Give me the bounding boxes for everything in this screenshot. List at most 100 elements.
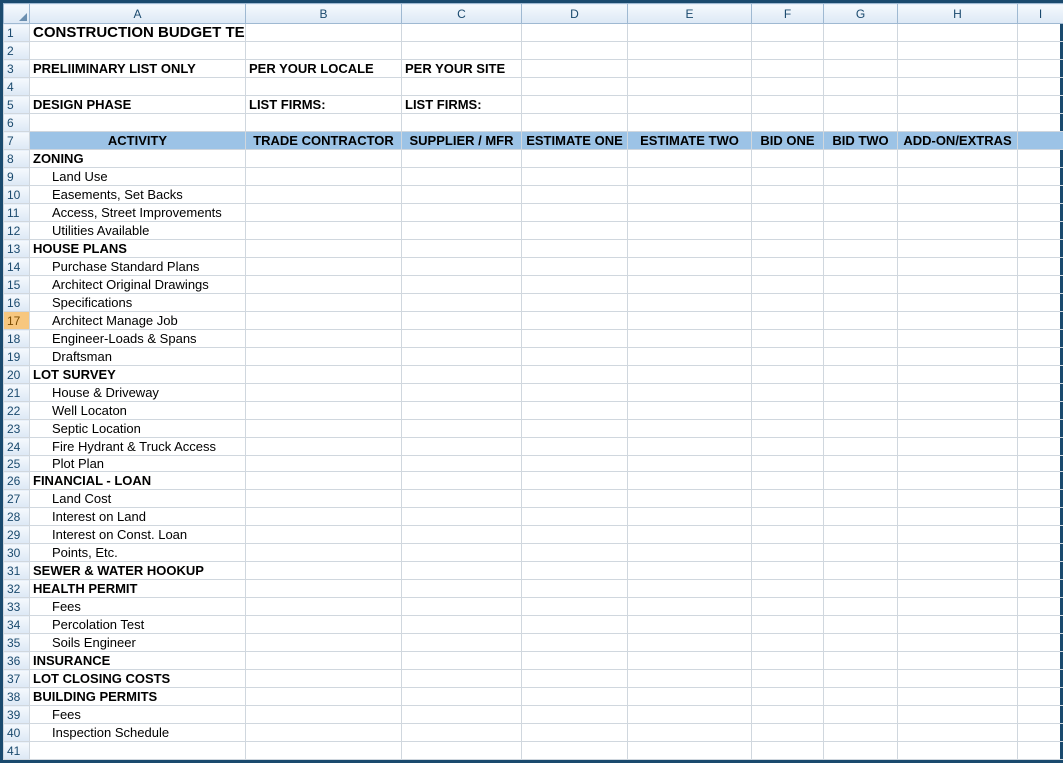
cell[interactable] — [824, 366, 898, 384]
row-header[interactable]: 30 — [4, 544, 30, 562]
cell[interactable] — [246, 526, 402, 544]
cell[interactable] — [824, 742, 898, 760]
cell[interactable] — [824, 222, 898, 240]
row-header[interactable]: 21 — [4, 384, 30, 402]
cell[interactable] — [628, 186, 752, 204]
cell[interactable] — [402, 688, 522, 706]
cell[interactable] — [1018, 634, 1063, 652]
cell[interactable] — [752, 384, 824, 402]
cell[interactable] — [752, 490, 824, 508]
cell[interactable] — [898, 348, 1018, 366]
cell[interactable] — [898, 742, 1018, 760]
cell[interactable] — [898, 258, 1018, 276]
cell[interactable] — [628, 472, 752, 490]
cell[interactable] — [246, 24, 402, 42]
cell[interactable] — [1018, 42, 1063, 60]
cell[interactable] — [752, 456, 824, 472]
cell[interactable] — [752, 402, 824, 420]
cell[interactable] — [246, 168, 402, 186]
cell[interactable] — [402, 114, 522, 132]
cell[interactable] — [752, 240, 824, 258]
cell[interactable] — [628, 42, 752, 60]
cell[interactable] — [898, 670, 1018, 688]
cell[interactable] — [628, 688, 752, 706]
cell[interactable] — [628, 706, 752, 724]
spreadsheet-grid[interactable]: A B C D E F G H I 1CONSTRUCTION BUDGET T… — [3, 3, 1063, 760]
row-header[interactable]: 8 — [4, 150, 30, 168]
cell[interactable] — [1018, 114, 1063, 132]
cell[interactable] — [628, 438, 752, 456]
cell[interactable] — [402, 78, 522, 96]
cell[interactable]: Soils Engineer — [30, 634, 246, 652]
cell[interactable] — [522, 706, 628, 724]
cell[interactable] — [824, 670, 898, 688]
cell[interactable] — [1018, 688, 1063, 706]
cell[interactable] — [628, 294, 752, 312]
row-header[interactable]: 39 — [4, 706, 30, 724]
cell[interactable]: ADD-ON/EXTRAS — [898, 132, 1018, 150]
cell[interactable] — [246, 580, 402, 598]
cell[interactable] — [246, 742, 402, 760]
cell[interactable] — [752, 348, 824, 366]
cell[interactable] — [824, 96, 898, 114]
cell[interactable] — [1018, 526, 1063, 544]
cell[interactable] — [246, 724, 402, 742]
cell[interactable] — [752, 634, 824, 652]
row-header[interactable]: 29 — [4, 526, 30, 544]
cell[interactable] — [628, 78, 752, 96]
cell[interactable] — [824, 598, 898, 616]
cell[interactable] — [752, 508, 824, 526]
cell[interactable] — [30, 42, 246, 60]
cell[interactable] — [628, 456, 752, 472]
cell[interactable] — [522, 384, 628, 402]
col-header-G[interactable]: G — [824, 4, 898, 24]
cell[interactable] — [522, 42, 628, 60]
cell[interactable]: Septic Location — [30, 420, 246, 438]
cell[interactable] — [402, 384, 522, 402]
cell[interactable] — [522, 114, 628, 132]
cell[interactable] — [824, 420, 898, 438]
row-header[interactable]: 3 — [4, 60, 30, 78]
cell[interactable] — [752, 420, 824, 438]
cell[interactable] — [246, 186, 402, 204]
cell[interactable] — [824, 204, 898, 222]
col-header-C[interactable]: C — [402, 4, 522, 24]
cell[interactable] — [522, 366, 628, 384]
cell[interactable] — [1018, 580, 1063, 598]
cell[interactable] — [522, 456, 628, 472]
cell[interactable] — [824, 78, 898, 96]
cell[interactable] — [898, 42, 1018, 60]
cell[interactable] — [898, 114, 1018, 132]
cell[interactable]: CONSTRUCTION BUDGET TEMPLATE — [30, 24, 246, 42]
cell[interactable] — [1018, 472, 1063, 490]
cell[interactable] — [246, 384, 402, 402]
cell[interactable] — [402, 438, 522, 456]
cell[interactable] — [824, 544, 898, 562]
cell[interactable] — [824, 472, 898, 490]
cell[interactable] — [522, 240, 628, 258]
cell[interactable] — [628, 652, 752, 670]
cell[interactable] — [898, 294, 1018, 312]
row-header[interactable]: 7 — [4, 132, 30, 150]
cell[interactable] — [628, 276, 752, 294]
cell[interactable] — [898, 78, 1018, 96]
cell[interactable] — [824, 258, 898, 276]
row-header[interactable]: 12 — [4, 222, 30, 240]
row-header[interactable]: 10 — [4, 186, 30, 204]
row-header[interactable]: 26 — [4, 472, 30, 490]
cell[interactable] — [402, 222, 522, 240]
row-header[interactable]: 40 — [4, 724, 30, 742]
cell[interactable] — [522, 688, 628, 706]
cell[interactable] — [628, 24, 752, 42]
cell[interactable] — [402, 42, 522, 60]
cell[interactable] — [1018, 24, 1063, 42]
row-header[interactable]: 31 — [4, 562, 30, 580]
cell[interactable] — [246, 472, 402, 490]
cell[interactable] — [752, 150, 824, 168]
cell[interactable] — [402, 276, 522, 294]
cell[interactable] — [898, 580, 1018, 598]
cell[interactable] — [824, 634, 898, 652]
cell[interactable]: ACTIVITY — [30, 132, 246, 150]
cell[interactable] — [628, 562, 752, 580]
cell[interactable] — [402, 366, 522, 384]
